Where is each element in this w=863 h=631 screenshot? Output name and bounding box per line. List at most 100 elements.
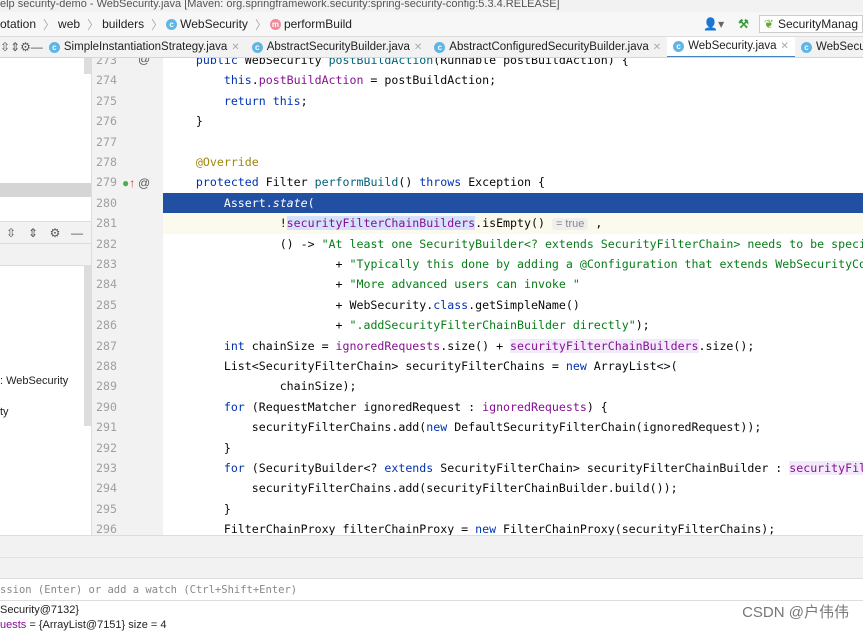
- code-token: .getSimpleName(): [468, 298, 580, 312]
- project-panel: ⇳ ⇕ ⚙ — : WebSecurity ty: [0, 58, 92, 535]
- code-token: Exception {: [468, 175, 545, 189]
- tab-4[interactable]: cWebSecurity: [795, 37, 863, 58]
- code-token: extends: [384, 461, 440, 475]
- chevron-right-icon: 〉: [255, 16, 267, 33]
- tree-item[interactable]: : WebSecurity: [0, 375, 68, 387]
- breadcrumb-item[interactable]: web: [58, 17, 80, 31]
- code-line[interactable]: chainSize);: [163, 376, 863, 396]
- code-line[interactable]: + "Typically this done by adding a @Conf…: [163, 254, 863, 274]
- override-marker-icon[interactable]: @: [138, 176, 150, 190]
- build-hammer-icon[interactable]: ⚒: [738, 17, 749, 31]
- code-line[interactable]: + ".addSecurityFilterChainBuilder direct…: [163, 315, 863, 335]
- line-number: 295: [96, 499, 120, 519]
- close-icon[interactable]: ✕: [781, 41, 789, 52]
- variable-row[interactable]: Security@7132}: [0, 604, 79, 616]
- code-token: @Override: [196, 155, 259, 169]
- close-icon[interactable]: ✕: [653, 42, 661, 53]
- code-token: ;: [301, 94, 308, 108]
- collapse-all-icon[interactable]: ⇕: [22, 226, 44, 240]
- code-line[interactable]: FilterChainProxy filterChainProxy = new …: [163, 519, 863, 535]
- code-line[interactable]: @Override: [163, 152, 863, 172]
- code-editor[interactable]: public WebSecurity postBuildAction(Runna…: [163, 58, 863, 535]
- breadcrumb-item[interactable]: cWebSecurity: [166, 17, 248, 31]
- line-number: 275: [96, 91, 120, 111]
- code-line[interactable]: this.postBuildAction = postBuildAction;: [163, 70, 863, 90]
- class-icon: c: [434, 42, 445, 53]
- code-line[interactable]: + WebSecurity.class.getSimpleName(): [163, 295, 863, 315]
- tree-item[interactable]: ty: [0, 406, 9, 418]
- variable-name: uests: [0, 619, 26, 631]
- scrollbar[interactable]: [84, 58, 91, 74]
- tab-1[interactable]: cAbstractSecurityBuilder.java✕: [246, 37, 429, 58]
- line-number: 296: [96, 519, 120, 535]
- line-number: 283: [96, 254, 120, 274]
- variable-value: = {ArrayList@7151} size = 4: [26, 619, 166, 631]
- code-line[interactable]: for (SecurityBuilder<? extends SecurityF…: [163, 458, 863, 478]
- close-icon[interactable]: ✕: [414, 42, 422, 53]
- code-token: );: [636, 318, 650, 332]
- watch-expression-input[interactable]: ssion (Enter) or add a watch (Ctrl+Shift…: [0, 578, 863, 601]
- code-token: new: [475, 522, 503, 535]
- code-line[interactable]: securityFilterChains.add(securityFilterC…: [163, 478, 863, 498]
- code-line[interactable]: }: [163, 499, 863, 519]
- gear-icon[interactable]: ⚙: [44, 226, 66, 240]
- tab-2[interactable]: cAbstractConfiguredSecurityBuilder.java✕: [428, 37, 667, 58]
- editor-tab-bar: ⇳ ⇕ ⚙ — cSimpleInstantiationStrategy.jav…: [0, 37, 863, 58]
- line-number: 294: [96, 478, 120, 498]
- line-number: 290: [96, 397, 120, 417]
- code-token: chainSize =: [252, 339, 336, 353]
- expand-all-icon[interactable]: ⇳: [0, 40, 10, 54]
- code-line[interactable]: int chainSize = ignoredRequests.size() +…: [163, 336, 863, 356]
- breadcrumb-item[interactable]: mperformBuild: [270, 17, 352, 31]
- close-icon[interactable]: ✕: [231, 42, 239, 53]
- run-config-select[interactable]: ❦SecurityManag: [759, 15, 863, 33]
- code-line[interactable]: public WebSecurity postBuildAction(Runna…: [163, 58, 863, 70]
- user-icon[interactable]: 👤▾: [703, 17, 724, 31]
- code-line[interactable]: protected Filter performBuild() throws E…: [163, 172, 863, 192]
- code-line[interactable]: for (RequestMatcher ignoredRequest : ign…: [163, 397, 863, 417]
- code-line[interactable]: }: [163, 111, 863, 131]
- breadcrumb-item[interactable]: builders: [102, 17, 144, 31]
- code-line[interactable]: return this;: [163, 91, 863, 111]
- implements-marker-icon[interactable]: ●↑: [122, 176, 135, 190]
- tab-0[interactable]: cSimpleInstantiationStrategy.java✕: [43, 37, 246, 58]
- navigation-bar: otation〉 web〉 builders〉 cWebSecurity〉 mp…: [0, 12, 863, 37]
- code-line[interactable]: + "More advanced users can invoke ": [163, 274, 863, 294]
- minimize-icon[interactable]: —: [31, 40, 43, 54]
- code-line[interactable]: !securityFilterChainBuilders.isEmpty() =…: [163, 213, 863, 233]
- tab-3[interactable]: cWebSecurity.java✕: [667, 37, 795, 58]
- line-number: 278: [96, 152, 120, 172]
- line-number: 279: [96, 172, 120, 192]
- code-line[interactable]: List<SecurityFilterChain> securityFilter…: [163, 356, 863, 376]
- code-line[interactable]: [163, 132, 863, 152]
- code-token: .: [252, 73, 259, 87]
- code-token: performBuild: [315, 175, 399, 189]
- override-marker-icon[interactable]: @: [138, 58, 150, 66]
- collapse-all-icon[interactable]: ⇕: [10, 40, 20, 54]
- line-number: 284: [96, 274, 120, 294]
- selected-row[interactable]: [0, 183, 92, 197]
- line-number: 285: [96, 295, 120, 315]
- code-token: Filter: [266, 175, 315, 189]
- crumb-label: otation: [0, 17, 36, 31]
- gear-icon[interactable]: ⚙: [20, 40, 31, 54]
- line-number: 287: [96, 336, 120, 356]
- class-icon: c: [166, 19, 177, 30]
- minimize-icon[interactable]: —: [66, 226, 88, 240]
- code-token: int: [224, 339, 252, 353]
- code-token: protected: [196, 175, 266, 189]
- code-token: + WebSecurity.: [336, 298, 434, 312]
- breadcrumb-item[interactable]: otation: [0, 17, 36, 31]
- code-line[interactable]: () -> "At least one SecurityBuilder<? ex…: [163, 234, 863, 254]
- code-line[interactable]: }: [163, 438, 863, 458]
- code-token: for: [224, 400, 252, 414]
- expand-all-icon[interactable]: ⇳: [0, 226, 22, 240]
- code-line[interactable]: Assert.state(: [163, 193, 863, 213]
- code-token: !: [280, 216, 287, 230]
- code-token: public: [196, 58, 245, 67]
- scrollbar[interactable]: [84, 266, 91, 426]
- code-line[interactable]: securityFilterChains.add(new DefaultSecu…: [163, 417, 863, 437]
- variable-row[interactable]: uests = {ArrayList@7151} size = 4: [0, 619, 167, 631]
- code-token: [545, 216, 552, 230]
- code-token: }: [224, 502, 231, 516]
